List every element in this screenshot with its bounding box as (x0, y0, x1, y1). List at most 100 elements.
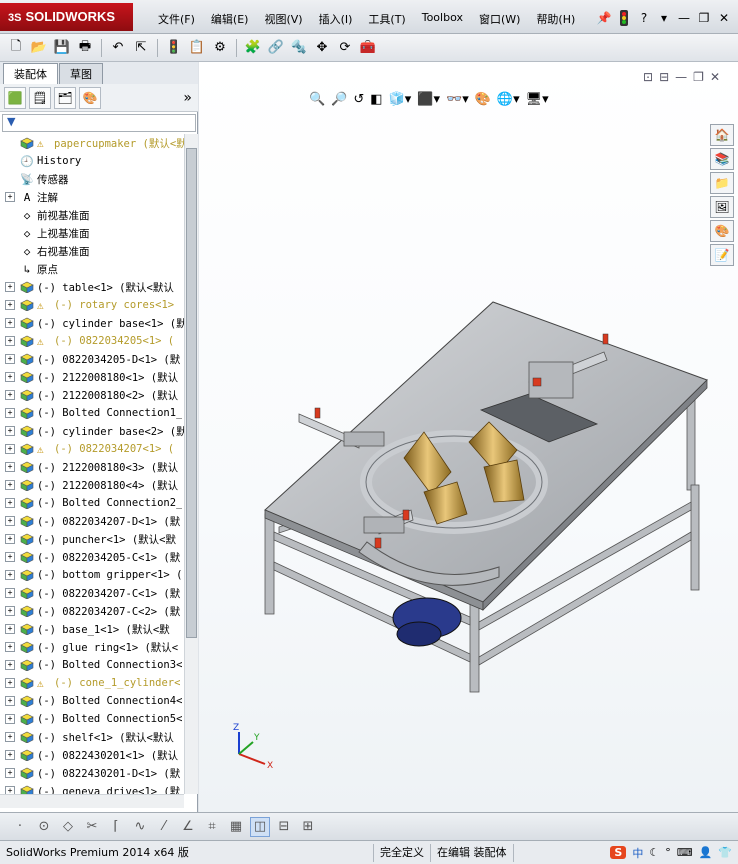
tree-item[interactable]: + (-) 0822430201<1> (默认 (0, 746, 184, 764)
appearances-icon[interactable]: 🎨 (710, 220, 734, 242)
tree-item[interactable]: + ⚠ (-) rotary cores<1> (0, 296, 184, 314)
tree-item[interactable]: + (-) 0822034207-C<1> (默 (0, 584, 184, 602)
options-icon[interactable]: ⚙ (210, 38, 230, 58)
tree-item[interactable]: ◇ 前视基准面 (0, 206, 184, 224)
move-component-icon[interactable]: ✥ (312, 38, 332, 58)
punctuation-icon[interactable]: ° (665, 846, 671, 859)
tree-item[interactable]: + (-) puncher<1> (默认<默 (0, 530, 184, 548)
save-icon[interactable]: 💾 (52, 38, 72, 58)
expand-icon[interactable]: + (5, 570, 15, 580)
expand-icon[interactable]: + (5, 696, 15, 706)
close-icon[interactable]: ✕ (716, 10, 732, 26)
expand-icon[interactable]: + (5, 732, 15, 742)
print-icon[interactable]: 🖶 (75, 38, 95, 58)
expand-icon[interactable]: + (5, 354, 15, 364)
filter-field[interactable]: ▼ (2, 114, 196, 132)
split-quad-icon[interactable]: ⊞ (298, 817, 318, 837)
polygon-icon[interactable]: ◇ (58, 817, 78, 837)
expand-icon[interactable]: + (5, 372, 15, 382)
insert-component-icon[interactable]: 🧩 (243, 38, 263, 58)
spline-icon[interactable]: ∿ (130, 817, 150, 837)
expand-icon[interactable]: + (5, 588, 15, 598)
design-library-icon[interactable]: 📚 (710, 148, 734, 170)
undo-icon[interactable]: ↶ (108, 38, 128, 58)
expand-icon[interactable]: + (5, 606, 15, 616)
expand-icon[interactable]: + (5, 534, 15, 544)
expand-icon[interactable]: + (5, 714, 15, 724)
expand-icon[interactable]: + (5, 282, 15, 292)
tree-item[interactable]: + (-) 2122008180<2> (默认 (0, 386, 184, 404)
tree-item[interactable]: + (-) cylinder base<1> (默 (0, 314, 184, 332)
tree-item[interactable]: + (-) 2122008180<4> (默认 (0, 476, 184, 494)
expand-icon[interactable]: + (5, 462, 15, 472)
appearance-icon[interactable]: 🎨 (79, 86, 101, 109)
menu-item-2[interactable]: 视图(V) (256, 8, 310, 28)
expand-icon[interactable]: + (5, 426, 15, 436)
solidworks-logo[interactable]: 3S SOLIDWORKS (0, 3, 133, 31)
open-folder-icon[interactable]: 📂 (29, 38, 49, 58)
expand-icon[interactable]: + (5, 498, 15, 508)
scrollbar-thumb[interactable] (186, 148, 197, 638)
line-icon[interactable]: ⁄ (154, 817, 174, 837)
select-icon[interactable]: ⇱ (131, 38, 151, 58)
tree-item[interactable]: + (-) base_1<1> (默认<默 (0, 620, 184, 638)
rotate-component-icon[interactable]: ⟳ (335, 38, 355, 58)
expand-icon[interactable]: + (5, 480, 15, 490)
trim-icon[interactable]: ✂ (82, 817, 102, 837)
toolbox-icon[interactable]: 🧰 (358, 38, 378, 58)
view-palette-icon[interactable]: 🖼 (710, 196, 734, 218)
chevron-down-icon[interactable]: ▾ (656, 10, 672, 26)
tree-item[interactable]: + (-) bottom gripper<1> ( (0, 566, 184, 584)
rebuild-icon[interactable]: 🚦 (164, 38, 184, 58)
tree-item[interactable]: + A 注解 (0, 188, 184, 206)
expand-icon[interactable]: + (5, 192, 15, 202)
smart-fasteners-icon[interactable]: 🔩 (289, 38, 309, 58)
isometric-view-icon[interactable]: ◫ (250, 816, 270, 837)
expand-icon[interactable]: + (5, 300, 15, 310)
menu-item-1[interactable]: 编辑(E) (203, 8, 257, 28)
dimension-icon[interactable]: ⌗ (202, 817, 222, 837)
settings-icon[interactable]: 👕 (718, 846, 732, 859)
tree-item[interactable]: + (-) 2122008180<1> (默认 (0, 368, 184, 386)
help-icon[interactable]: ? (636, 10, 652, 26)
menu-item-6[interactable]: 窗口(W) (471, 8, 528, 28)
menu-item-0[interactable]: 文件(F) (150, 8, 203, 28)
tree-item[interactable]: ◇ 上视基准面 (0, 224, 184, 242)
tree-item[interactable]: + (-) shelf<1> (默认<默认 (0, 728, 184, 746)
tree-item[interactable]: + (-) 0822430201-D<1> (默 (0, 764, 184, 782)
expand-icon[interactable]: + (5, 750, 15, 760)
tree-item[interactable]: + (-) Bolted Connection3< (0, 656, 184, 674)
menu-item-4[interactable]: 工具(T) (360, 8, 413, 28)
tree-scrollbar[interactable] (184, 134, 198, 794)
tree-item[interactable]: + (-) cylinder base<2> (默 (0, 422, 184, 440)
custom-properties-icon[interactable]: 📝 (710, 244, 734, 266)
expand-icon[interactable]: + (5, 390, 15, 400)
tree-item[interactable]: ◇ 右视基准面 (0, 242, 184, 260)
tree-item[interactable]: + (-) 0822034205-C<1> (默 (0, 548, 184, 566)
tree-item[interactable]: + (-) Bolted Connection4< (0, 692, 184, 710)
tab-assembly[interactable]: 装配体 (3, 63, 58, 84)
tree-item[interactable]: + ⚠ (-) 0822034205<1> ( (0, 332, 184, 350)
file-properties-icon[interactable]: 📋 (187, 38, 207, 58)
tab-sketch[interactable]: 草图 (59, 63, 103, 84)
expand-icon[interactable]: + (5, 336, 15, 346)
tree-item[interactable]: + (-) 0822034207-C<2> (默 (0, 602, 184, 620)
ime-language[interactable]: 中 (632, 845, 643, 861)
new-document-icon[interactable]: 🗋 (6, 38, 26, 58)
angle-icon[interactable]: ∠ (178, 817, 198, 837)
tree-item[interactable]: + (-) Bolted Connection1_ (0, 404, 184, 422)
circle-icon[interactable]: ⊙ (34, 817, 54, 837)
tree-item[interactable]: + (-) geneva drive<1> (默 (0, 782, 184, 794)
ime-logo-icon[interactable]: S (610, 846, 627, 859)
keyboard-icon[interactable]: ⌨ (677, 846, 693, 859)
expand-icon[interactable]: + (5, 660, 15, 670)
expand-icon[interactable]: + (5, 678, 15, 688)
tree-item[interactable]: + (-) Bolted Connection2_ (0, 494, 184, 512)
grid-icon[interactable]: ▦ (226, 817, 246, 837)
bracket-icon[interactable]: ⌈ (106, 817, 126, 837)
menu-item-3[interactable]: 插入(I) (311, 8, 361, 28)
expand-icon[interactable]: + (5, 318, 15, 328)
tree-item[interactable]: + ⚠ (-) cone_1_cylinder< (0, 674, 184, 692)
expand-panel-icon[interactable]: » (183, 90, 192, 106)
home-icon[interactable]: 🏠 (710, 124, 734, 146)
